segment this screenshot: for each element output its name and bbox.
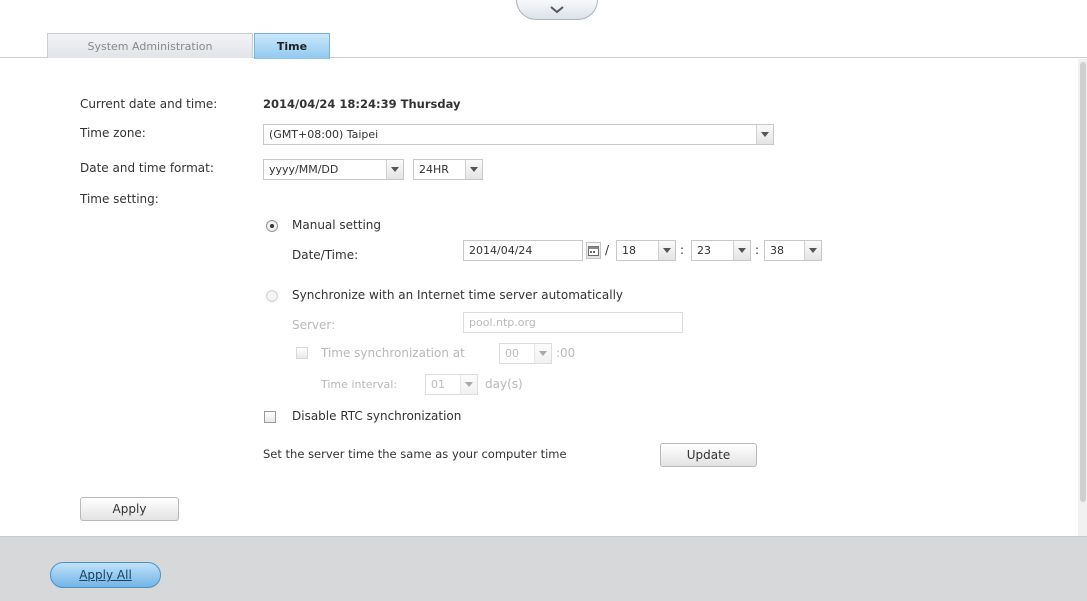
time-sync-checkbox[interactable] [296, 347, 308, 359]
dropdown-arrow-icon [460, 375, 477, 394]
scrollbar-thumb[interactable] [1080, 62, 1086, 502]
footer-bar [0, 536, 1087, 601]
time-interval-unit: day(s) [485, 377, 523, 391]
server-input[interactable]: pool.ntp.org [463, 312, 683, 333]
dropdown-arrow-icon [534, 344, 551, 363]
collapse-button[interactable] [516, 0, 598, 20]
disable-rtc-checkbox[interactable] [264, 411, 276, 423]
dropdown-arrow-icon [386, 160, 403, 179]
date-time-separator: / [605, 243, 610, 257]
date-format-select[interactable]: yyyy/MM/DD [263, 159, 404, 180]
sync-hour-select[interactable]: 00 [499, 343, 552, 364]
time-setting-label: Time setting: [80, 192, 159, 206]
time-interval-select[interactable]: 01 [425, 374, 478, 395]
second-select[interactable]: 38 [764, 240, 822, 261]
tab-system-administration[interactable]: System Administration [47, 33, 253, 58]
hour-format-value: 24HR [419, 163, 449, 176]
tab-time[interactable]: Time [254, 33, 330, 59]
sync-hour-value: 00 [505, 347, 519, 360]
current-datetime-label: Current date and time: [80, 97, 218, 111]
format-label: Date and time format: [80, 161, 214, 175]
computer-time-label: Set the server time the same as your com… [263, 447, 567, 461]
time-sync-label: Time synchronization at [321, 346, 465, 360]
date-format-value: yyyy/MM/DD [269, 163, 339, 176]
sync-minute-suffix: :00 [556, 346, 576, 360]
calendar-icon[interactable] [586, 242, 601, 259]
server-label: Server: [292, 318, 336, 332]
time-interval-label: Time interval: [321, 378, 398, 391]
server-value: pool.ntp.org [469, 316, 536, 329]
second-value: 38 [770, 244, 784, 257]
date-input[interactable]: 2014/04/24 [463, 240, 583, 261]
chevron-down-icon [550, 5, 564, 14]
dropdown-arrow-icon [804, 241, 821, 260]
manual-setting-label: Manual setting [292, 218, 382, 232]
update-button[interactable]: Update [660, 443, 757, 467]
hour-value: 18 [622, 244, 636, 257]
dropdown-arrow-icon [733, 241, 750, 260]
sync-server-label: Synchronize with an Internet time server… [292, 288, 624, 302]
manual-setting-radio[interactable] [266, 220, 278, 232]
sync-server-radio[interactable] [266, 290, 278, 302]
time-interval-value: 01 [431, 378, 445, 391]
timezone-value: (GMT+08:00) Taipei [269, 128, 379, 141]
time-separator: : [755, 243, 760, 257]
datetime-label: Date/Time: [292, 248, 359, 262]
dropdown-arrow-icon [756, 125, 773, 144]
disable-rtc-label: Disable RTC synchronization [292, 409, 462, 423]
apply-all-button[interactable]: Apply All [50, 562, 161, 588]
dropdown-arrow-icon [658, 241, 675, 260]
minute-value: 23 [697, 244, 711, 257]
dropdown-arrow-icon [465, 160, 482, 179]
timezone-label: Time zone: [80, 126, 146, 140]
hour-format-select[interactable]: 24HR [413, 159, 483, 180]
apply-button[interactable]: Apply [80, 497, 179, 521]
hour-select[interactable]: 18 [616, 240, 676, 261]
minute-select[interactable]: 23 [691, 240, 751, 261]
current-datetime-value: 2014/04/24 18:24:39 Thursday [263, 97, 461, 111]
date-value: 2014/04/24 [469, 244, 533, 257]
time-separator: : [680, 243, 685, 257]
timezone-select[interactable]: (GMT+08:00) Taipei [263, 124, 774, 145]
